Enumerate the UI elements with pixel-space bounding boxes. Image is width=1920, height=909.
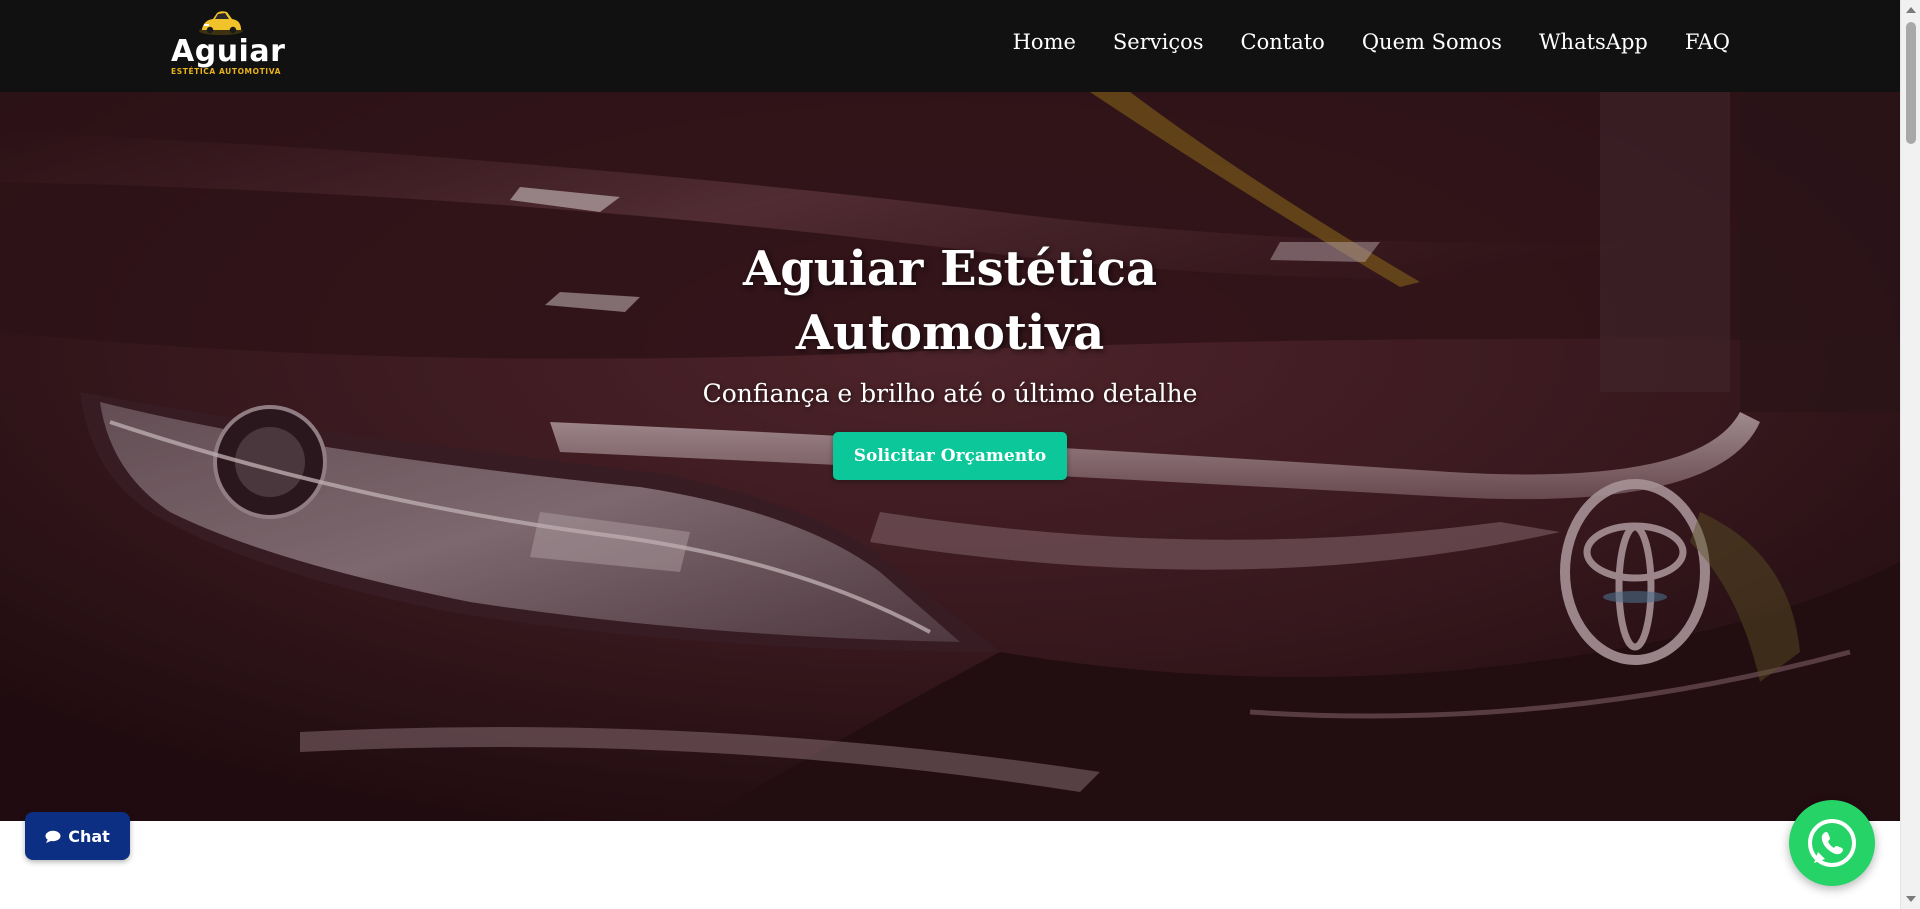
scroll-up-arrow[interactable] (1906, 7, 1916, 13)
brand-logo[interactable]: Aguiar ESTÉTICA AUTOMOTIVA (168, 9, 285, 77)
request-quote-button[interactable]: Solicitar Orçamento (833, 432, 1067, 480)
nav-contato[interactable]: Contato (1241, 30, 1325, 54)
nav-whatsapp[interactable]: WhatsApp (1539, 30, 1648, 54)
brand-tagline: ESTÉTICA AUTOMOTIVA (171, 67, 281, 76)
nav-quem-somos[interactable]: Quem Somos (1362, 30, 1502, 54)
page-scrollbar[interactable] (1900, 0, 1920, 909)
speech-bubble-icon (45, 830, 61, 843)
main-nav: Home Serviços Contato Quem Somos WhatsAp… (1013, 30, 1730, 54)
chat-label: Chat (68, 826, 110, 846)
whatsapp-icon (1808, 819, 1856, 867)
car-icon (199, 11, 243, 35)
chat-button[interactable]: Chat (25, 812, 130, 860)
navbar: Aguiar ESTÉTICA AUTOMOTIVA Home Serviços… (0, 0, 1900, 92)
hero-subtitle: Confiança e brilho até o último detalhe (702, 379, 1198, 408)
nav-home[interactable]: Home (1013, 30, 1076, 54)
brand-name: Aguiar (171, 34, 286, 69)
whatsapp-float-button[interactable] (1789, 800, 1875, 886)
hero-section: Aguiar Estética Automotiva Confiança e b… (0, 92, 1900, 821)
hero-content: Aguiar Estética Automotiva Confiança e b… (0, 237, 1900, 480)
hero-title: Aguiar Estética Automotiva (742, 241, 1158, 361)
nav-servicos[interactable]: Serviços (1113, 30, 1204, 54)
nav-faq[interactable]: FAQ (1685, 30, 1730, 54)
scroll-down-arrow[interactable] (1906, 896, 1916, 902)
scroll-thumb[interactable] (1906, 22, 1916, 144)
page: Aguiar ESTÉTICA AUTOMOTIVA Home Serviços… (0, 0, 1920, 909)
